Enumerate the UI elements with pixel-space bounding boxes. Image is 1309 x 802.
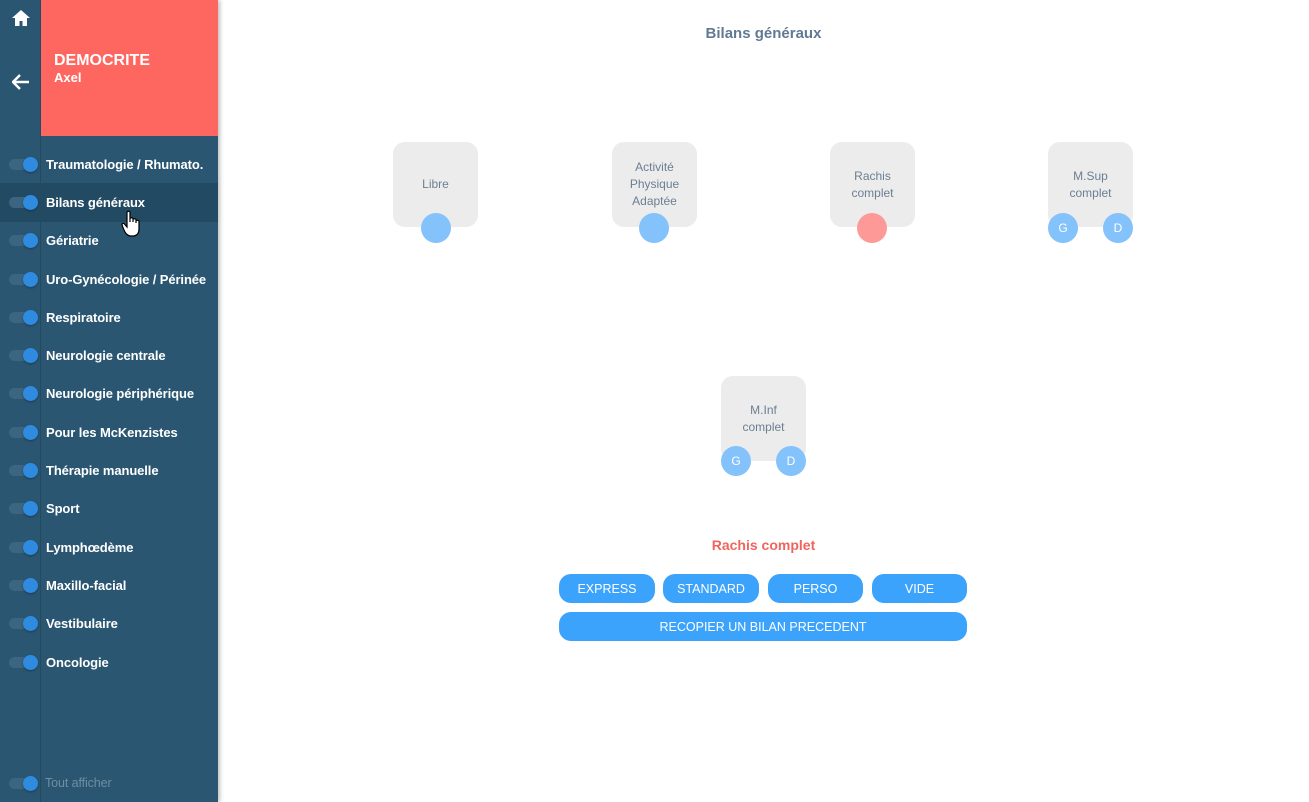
- menu-item-label: Maxillo-facial: [46, 577, 127, 593]
- card-apa-dot[interactable]: [639, 213, 669, 243]
- menu-item-label: Lymphœdème: [46, 539, 134, 555]
- menu-item-maxillo-facial[interactable]: Maxillo-facial: [0, 566, 218, 604]
- card-label: Rachis complet: [851, 168, 894, 200]
- menu-item-label: Neurologie périphérique: [46, 386, 194, 402]
- menu-item-geriatrie[interactable]: Gériatrie: [0, 222, 218, 260]
- menu-item-respiratoire[interactable]: Respiratoire: [0, 298, 218, 336]
- menu-item-therapie-manuelle[interactable]: Thérapie manuelle: [0, 451, 218, 489]
- back-button[interactable]: [0, 64, 41, 104]
- toggle[interactable]: [9, 775, 38, 791]
- card-label: Libre: [422, 177, 449, 191]
- card-rachis-dot[interactable]: [857, 213, 887, 243]
- card-label: M.Inf complet: [742, 402, 785, 434]
- menu-item-lymphoedeme[interactable]: Lymphœdème: [0, 528, 218, 566]
- card-label: Activité Physique Adaptée: [629, 160, 680, 208]
- category-menu: Traumatologie / Rhumato. Bilans généraux…: [0, 145, 218, 681]
- toggle[interactable]: [9, 424, 38, 440]
- menu-item-label: Respiratoire: [46, 309, 121, 325]
- menu-item-sport[interactable]: Sport: [0, 490, 218, 528]
- show-all-label: Tout afficher: [45, 776, 112, 790]
- standard-button[interactable]: STANDARD: [663, 574, 759, 603]
- menu-item-mckenzistes[interactable]: Pour les McKenzistes: [0, 413, 218, 451]
- card-msup-right-button[interactable]: D: [1103, 213, 1133, 243]
- selected-bilan-name: Rachis complet: [711, 537, 816, 553]
- toggle[interactable]: [9, 309, 38, 325]
- menu-item-label: Gériatrie: [46, 233, 99, 249]
- toggle[interactable]: [9, 348, 38, 364]
- menu-item-label: Bilans généraux: [46, 194, 145, 210]
- toggle[interactable]: [9, 577, 38, 593]
- menu-item-label: Sport: [46, 501, 80, 517]
- home-button[interactable]: [0, 0, 41, 40]
- page-title: Bilans généraux: [705, 25, 822, 42]
- card-label: M.Sup complet: [1069, 168, 1112, 200]
- vide-button[interactable]: VIDE: [872, 574, 967, 603]
- patient-first-name: Axel: [54, 70, 82, 85]
- menu-item-uro-gynecologie[interactable]: Uro-Gynécologie / Périnée: [0, 260, 218, 298]
- card-libre-dot[interactable]: [421, 213, 451, 243]
- menu-item-label: Vestibulaire: [46, 616, 118, 632]
- toggle[interactable]: [9, 616, 38, 632]
- menu-item-label: Traumatologie / Rhumato.: [46, 156, 204, 172]
- toggle[interactable]: [9, 654, 38, 670]
- patient-header[interactable]: DEMOCRITE Axel: [41, 0, 218, 136]
- card-minf-left-button[interactable]: G: [721, 446, 751, 476]
- home-icon: [11, 9, 31, 32]
- arrow-left-icon: [10, 73, 30, 95]
- perso-button[interactable]: PERSO: [768, 574, 863, 603]
- card-minf-right-button[interactable]: D: [776, 446, 806, 476]
- toggle[interactable]: [9, 386, 38, 402]
- show-all-toggle-row[interactable]: Tout afficher: [0, 770, 218, 796]
- card-msup-left-button[interactable]: G: [1048, 213, 1078, 243]
- toggle[interactable]: [9, 501, 38, 517]
- sidebar: DEMOCRITE Axel Traumatologie / Rhumato. …: [0, 0, 218, 802]
- menu-item-oncologie[interactable]: Oncologie: [0, 643, 218, 681]
- menu-item-bilans-generaux[interactable]: Bilans généraux: [0, 183, 218, 222]
- patient-last-name: DEMOCRITE: [54, 52, 150, 69]
- menu-item-vestibulaire[interactable]: Vestibulaire: [0, 605, 218, 643]
- menu-item-label: Thérapie manuelle: [46, 463, 159, 479]
- menu-item-neurologie-peripherique[interactable]: Neurologie périphérique: [0, 375, 218, 413]
- menu-item-label: Oncologie: [46, 654, 109, 670]
- toggle[interactable]: [9, 233, 38, 249]
- toggle[interactable]: [9, 194, 38, 210]
- toggle[interactable]: [9, 271, 38, 287]
- menu-item-label: Uro-Gynécologie / Périnée: [46, 271, 207, 287]
- copy-previous-bilan-button[interactable]: RECOPIER UN BILAN PRECEDENT: [559, 612, 967, 641]
- menu-item-traumatologie[interactable]: Traumatologie / Rhumato.: [0, 145, 218, 183]
- toggle[interactable]: [9, 463, 38, 479]
- toggle[interactable]: [9, 156, 38, 172]
- menu-item-label: Neurologie centrale: [46, 348, 166, 364]
- express-button[interactable]: EXPRESS: [559, 574, 655, 603]
- menu-item-label: Pour les McKenzistes: [46, 424, 178, 440]
- menu-item-neurologie-centrale[interactable]: Neurologie centrale: [0, 336, 218, 374]
- toggle[interactable]: [9, 539, 38, 555]
